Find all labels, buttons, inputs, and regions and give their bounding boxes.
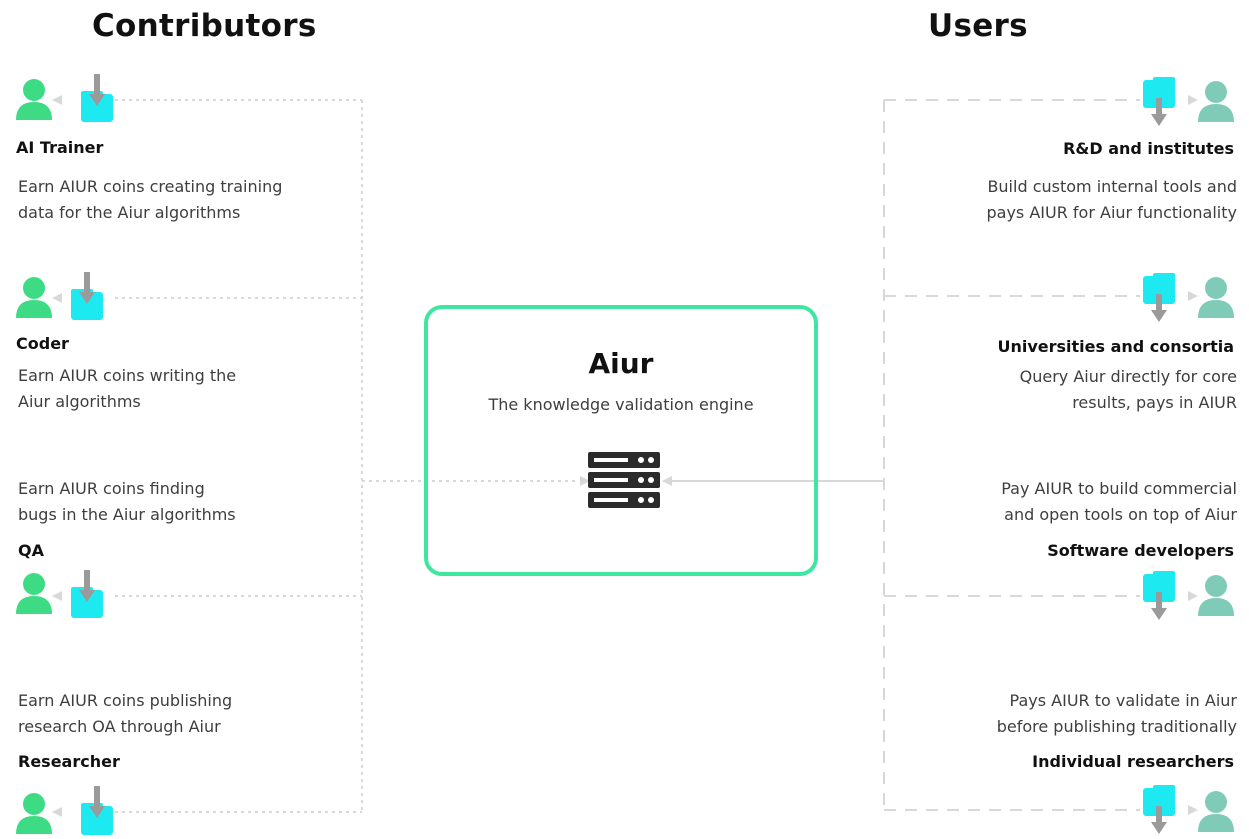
- contributor-desc-ai-trainer: Earn AIUR coins creating training data f…: [18, 174, 282, 226]
- user-desc-software-developers: Pay AIUR to build commercial and open to…: [1001, 476, 1237, 528]
- desc-line: pays AIUR for Aiur functionality: [986, 203, 1237, 222]
- desc-line: Build custom internal tools and: [987, 177, 1237, 196]
- contributor-person-icon: [14, 276, 54, 322]
- desc-line: Pay AIUR to build commercial: [1001, 479, 1237, 498]
- desc-line: Earn AIUR coins writing the: [18, 366, 237, 385]
- contributor-role-coder: Coder: [16, 334, 69, 353]
- contributor-role-researcher: Researcher: [18, 752, 120, 771]
- user-role-software-developers: Software developers: [1047, 541, 1234, 560]
- desc-line: data for the Aiur algorithms: [18, 203, 241, 222]
- wallet-icon: [68, 570, 106, 626]
- desc-line: bugs in the Aiur algorithms: [18, 505, 236, 524]
- aiur-engine-box: Aiur The knowledge validation engine: [424, 305, 818, 576]
- wallet-icon: [78, 786, 116, 839]
- user-person-icon: [1196, 80, 1236, 126]
- user-role-universities: Universities and consortia: [997, 337, 1234, 356]
- desc-line: Earn AIUR coins creating training: [18, 177, 283, 196]
- user-desc-universities: Query Aiur directly for core results, pa…: [1020, 364, 1237, 416]
- user-role-individual-researchers: Individual researchers: [1032, 752, 1234, 771]
- desc-line: results, pays in AIUR: [1072, 393, 1237, 412]
- contributor-desc-coder: Earn AIUR coins writing the Aiur algorit…: [18, 363, 236, 415]
- desc-line: Aiur algorithms: [18, 392, 141, 411]
- user-person-icon: [1196, 574, 1236, 620]
- contributor-desc-researcher: Earn AIUR coins publishing research OA t…: [18, 688, 232, 740]
- user-desc-individual-researchers: Pays AIUR to validate in Aiur before pub…: [997, 688, 1237, 740]
- wallet-icon: [68, 272, 106, 328]
- wallet-icon: [78, 74, 116, 130]
- users-heading: Users: [928, 8, 1028, 44]
- contributors-heading: Contributors: [92, 8, 317, 44]
- wallet-icon: [1140, 784, 1178, 839]
- contributor-desc-qa: Earn AIUR coins finding bugs in the Aiur…: [18, 476, 236, 528]
- user-role-rd-institutes: R&D and institutes: [1063, 139, 1234, 158]
- center-title: Aiur: [588, 347, 654, 380]
- contributor-person-icon: [14, 572, 54, 618]
- user-person-icon: [1196, 790, 1236, 836]
- center-subtitle: The knowledge validation engine: [488, 395, 754, 414]
- desc-line: Earn AIUR coins finding: [18, 479, 205, 498]
- user-desc-rd-institutes: Build custom internal tools and pays AIU…: [986, 174, 1237, 226]
- contributor-role-qa: QA: [18, 541, 44, 560]
- desc-line: Earn AIUR coins publishing: [18, 691, 233, 710]
- contributor-person-icon: [14, 792, 54, 838]
- desc-line: research OA through Aiur: [18, 717, 221, 736]
- desc-line: Pays AIUR to validate in Aiur: [1009, 691, 1237, 710]
- desc-line: Query Aiur directly for core: [1019, 367, 1237, 386]
- wallet-icon: [1140, 570, 1178, 626]
- desc-line: before publishing traditionally: [996, 717, 1237, 736]
- contributor-person-icon: [14, 78, 54, 124]
- wallet-icon: [1140, 272, 1178, 328]
- server-icon: [588, 452, 660, 514]
- wallet-icon: [1140, 76, 1178, 132]
- contributor-role-ai-trainer: AI Trainer: [16, 138, 104, 157]
- user-person-icon: [1196, 276, 1236, 322]
- desc-line: and open tools on top of Aiur: [1004, 505, 1237, 524]
